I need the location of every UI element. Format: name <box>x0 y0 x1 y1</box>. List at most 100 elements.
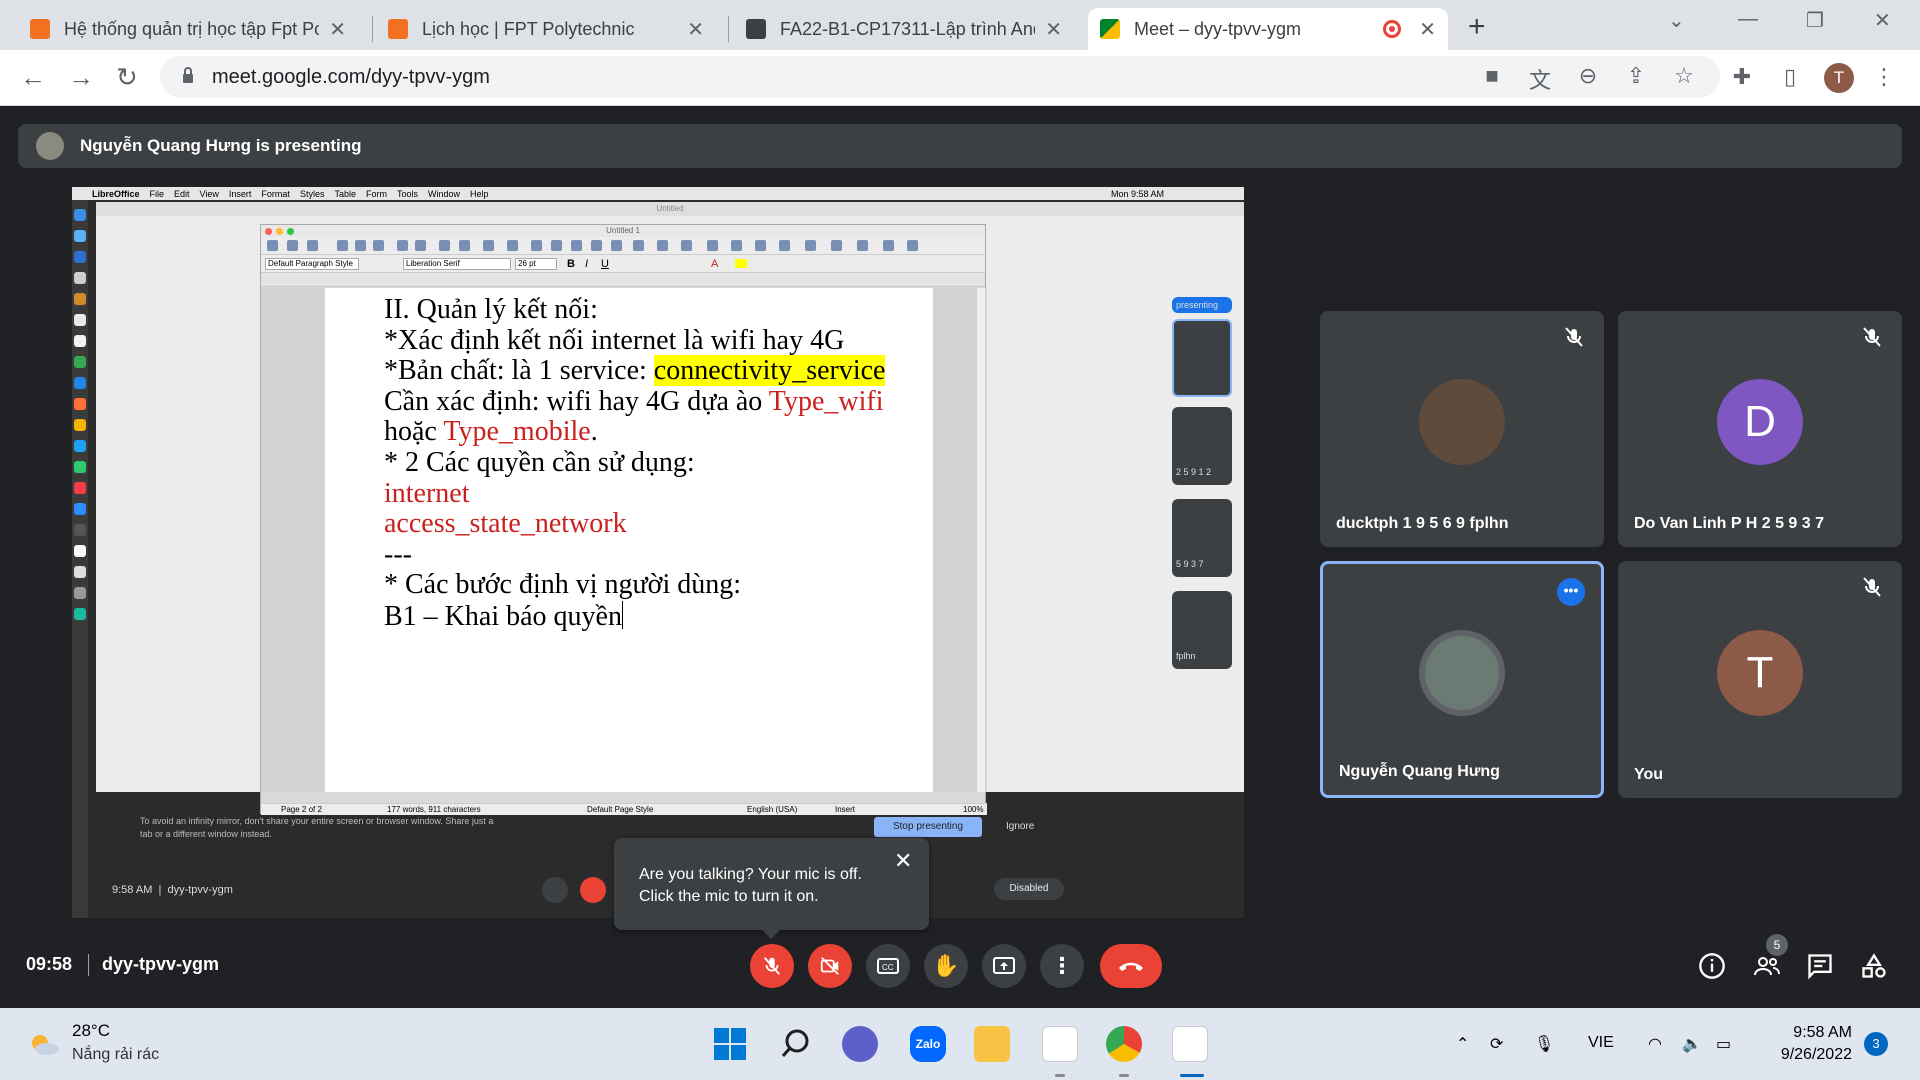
forward-icon[interactable]: → <box>68 62 94 93</box>
menu-icon[interactable]: ⋮ <box>1870 64 1898 92</box>
extensions-icon[interactable]: ✚ <box>1728 64 1756 92</box>
close-window-button[interactable]: ✕ <box>1874 8 1891 33</box>
avatar <box>36 132 64 160</box>
camera-off-button[interactable] <box>808 944 852 988</box>
meeting-details-button[interactable] <box>1698 952 1728 982</box>
volume-icon[interactable]: 🔈 <box>1682 1034 1702 1054</box>
chevron-up-icon[interactable]: ⌃ <box>1456 1034 1469 1054</box>
tab-title: Hệ thống quản trị học tập Fpt Po <box>64 18 320 39</box>
participant-tile-active-speaker[interactable]: ••• Nguyễn Quang Hưng <box>1320 561 1604 798</box>
vertical-scrollbar[interactable] <box>977 288 985 792</box>
zalo-icon[interactable]: Zalo <box>910 1026 946 1062</box>
chat-button[interactable] <box>1806 952 1836 982</box>
restore-button[interactable]: ❐ <box>1806 8 1824 33</box>
battery-icon[interactable]: ▭ <box>1716 1034 1731 1054</box>
participant-tile-self[interactable]: T You <box>1618 561 1902 798</box>
address-bar[interactable]: meet.google.com/dyy-tpvv-ygm ■ 文 ⊖ ⇪ ☆ <box>160 56 1720 98</box>
document-text[interactable]: II. Quản lý kết nối: *Xác định kết nối i… <box>384 294 886 633</box>
sync-icon[interactable]: ⟳ <box>1490 1034 1503 1054</box>
page-style: Default Page Style <box>587 805 654 814</box>
bookmark-star-icon[interactable]: ☆ <box>1670 63 1698 91</box>
infinity-mirror-note: To avoid an infinity mirror, don't share… <box>140 816 494 839</box>
mic-off-icon <box>763 957 781 975</box>
tab-title: Meet – dyy-tpvv-ygm <box>1134 18 1302 39</box>
leave-call-button[interactable] <box>1100 944 1162 988</box>
bold-icon[interactable]: B <box>567 258 575 270</box>
tab-search-icon[interactable]: ⌄ <box>1668 8 1685 33</box>
document-page[interactable]: II. Quản lý kết nối: *Xác định kết nối i… <box>325 288 933 792</box>
mini-time: 9:58 AM <box>112 884 153 896</box>
more-options-icon[interactable]: ••• <box>1557 578 1585 606</box>
back-icon[interactable]: ← <box>20 62 46 93</box>
language-indicator[interactable]: VIE <box>1588 1034 1614 1052</box>
weather-description[interactable]: Nắng rải rác <box>72 1046 159 1064</box>
font-color-icon[interactable]: A <box>711 258 718 270</box>
microphone-icon[interactable]: 🎙 <box>1534 1034 1554 1054</box>
menu-item: LibreOffice <box>92 188 140 199</box>
share-icon[interactable]: ⇪ <box>1622 63 1650 91</box>
tab-schedule[interactable]: Lịch học | FPT Polytechnic ✕ <box>376 8 716 50</box>
notification-badge[interactable]: 3 <box>1864 1032 1888 1056</box>
tab-lms[interactable]: Hệ thống quản trị học tập Fpt Po ✕ <box>18 8 358 50</box>
doc-line: *Bản chất: là 1 service: connectivity_se… <box>384 355 886 387</box>
close-icon[interactable]: ✕ <box>894 848 912 874</box>
profile-avatar[interactable]: T <box>1824 63 1854 93</box>
clock-time: 9:58 AM <box>1793 1024 1852 1041</box>
raise-hand-button[interactable]: ✋ <box>924 944 968 988</box>
classroom-icon <box>746 19 766 39</box>
tab-meet[interactable]: Meet – dyy-tpvv-ygm ✕ <box>1088 8 1448 50</box>
red-text: Type_mobile <box>443 416 591 448</box>
underline-icon[interactable]: U <box>601 258 609 270</box>
highlight-icon[interactable] <box>735 259 747 268</box>
more-options-button[interactable]: ⋮ <box>1040 944 1084 988</box>
page-count: Page 2 of 2 <box>281 805 322 814</box>
stop-presenting-button[interactable]: Stop presenting <box>874 817 982 837</box>
activities-button[interactable] <box>1860 952 1890 982</box>
app-icon[interactable] <box>1042 1026 1078 1062</box>
translate-icon[interactable]: 文 <box>1526 63 1554 93</box>
participant-tile[interactable]: D Do Van Linh P H 2 5 9 3 7 <box>1618 311 1902 547</box>
search-icon[interactable] <box>778 1026 814 1062</box>
fpt-icon <box>388 19 408 39</box>
menu-item: Table <box>334 188 356 199</box>
new-tab-button[interactable]: + <box>1468 10 1486 44</box>
thumb-tile: fplhn <box>1172 591 1232 669</box>
menu-item: Form <box>365 188 387 199</box>
mic-off-button[interactable] <box>750 944 794 988</box>
camera-off-icon <box>820 957 839 975</box>
doc-line: * Các bước định vị người dùng: <box>384 569 742 601</box>
font-size-select[interactable]: 26 pt <box>515 258 557 270</box>
hang-up-icon <box>1119 962 1143 971</box>
weather-temperature[interactable]: 28°C <box>72 1021 110 1041</box>
snipping-tool-icon[interactable] <box>1172 1026 1208 1062</box>
side-panel-icon[interactable]: ▯ <box>1776 64 1804 92</box>
font-name-select[interactable]: Liberation Serif <box>403 258 511 270</box>
mini-code: dyy-tpvv-ygm <box>167 884 233 896</box>
teams-chat-icon[interactable] <box>842 1026 878 1062</box>
word-count: 177 words, 911 characters <box>387 805 481 814</box>
wifi-icon[interactable]: ◠ <box>1648 1034 1662 1054</box>
people-button[interactable] <box>1752 952 1782 982</box>
paragraph-style-select[interactable]: Default Paragraph Style <box>265 258 359 270</box>
doc-line: internet <box>384 477 470 509</box>
participant-tile[interactable]: ducktph 1 9 5 6 9 fplhn <box>1320 311 1604 547</box>
start-icon[interactable] <box>712 1026 748 1062</box>
reload-icon[interactable]: ↻ <box>116 62 138 93</box>
url-text: meet.google.com/dyy-tpvv-ygm <box>212 66 490 88</box>
close-icon[interactable]: ✕ <box>1045 17 1062 42</box>
minimize-button[interactable]: — <box>1738 8 1758 31</box>
taskbar-clock[interactable]: 9:58 AM 9/26/2022 <box>1756 1022 1852 1066</box>
ignore-button[interactable]: Ignore <box>1006 821 1034 832</box>
tab-classroom[interactable]: FA22-B1-CP17311-Lập trình Andr ✕ <box>734 8 1074 50</box>
close-icon[interactable]: ✕ <box>329 17 346 42</box>
camera-icon[interactable]: ■ <box>1478 63 1506 91</box>
zoom-icon[interactable]: ⊖ <box>1574 63 1602 91</box>
chrome-icon[interactable] <box>1106 1026 1142 1062</box>
file-explorer-icon[interactable] <box>974 1026 1010 1062</box>
menu-item: Edit <box>174 188 190 199</box>
close-icon[interactable]: ✕ <box>687 17 704 42</box>
present-button[interactable] <box>982 944 1026 988</box>
italic-icon[interactable]: I <box>585 258 588 270</box>
captions-button[interactable]: CC <box>866 944 910 988</box>
close-icon[interactable]: ✕ <box>1419 17 1436 42</box>
